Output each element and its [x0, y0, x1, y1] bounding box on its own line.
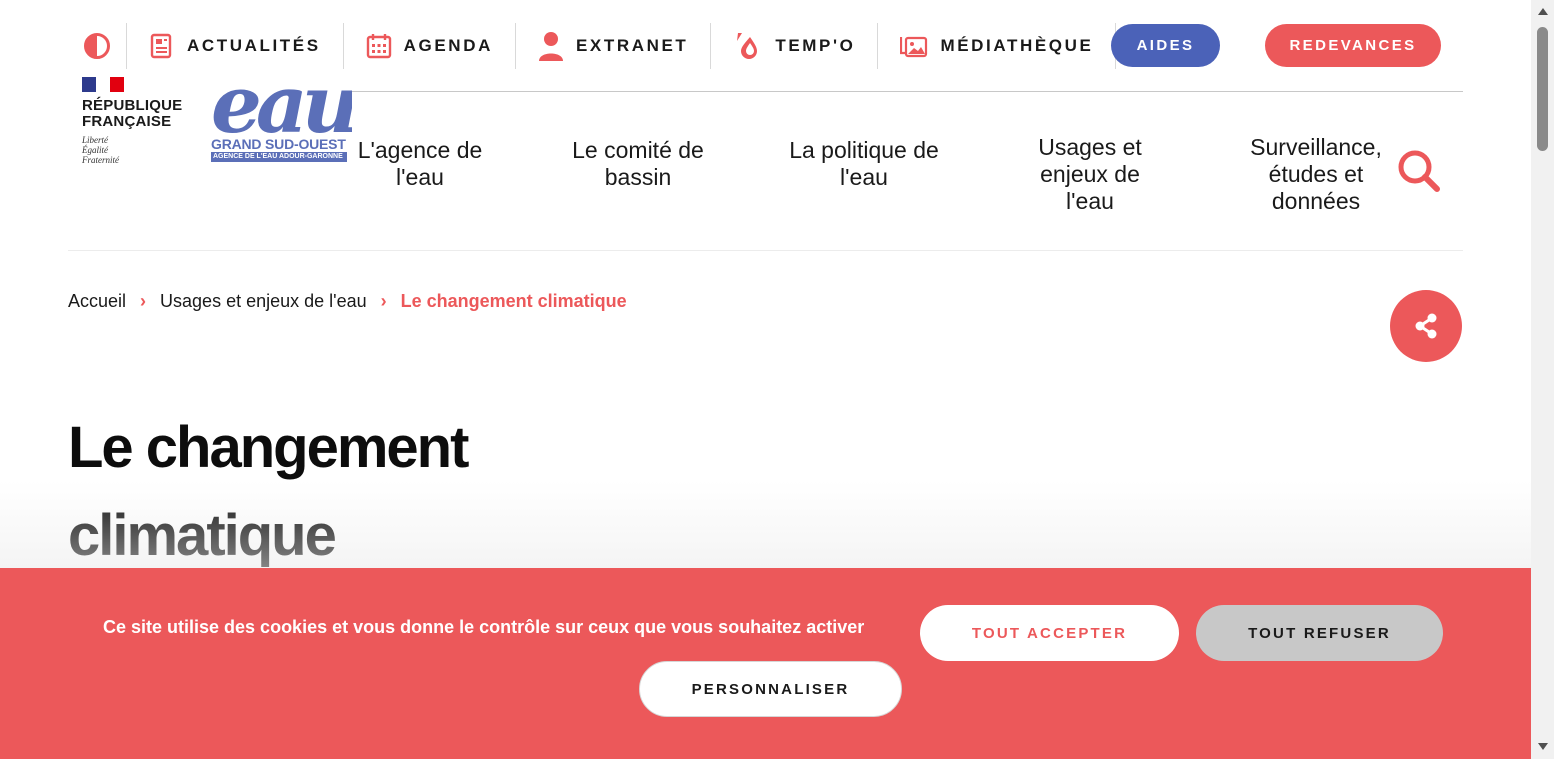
divider: [350, 91, 1463, 92]
scroll-up-arrow-icon[interactable]: [1538, 8, 1548, 15]
newspaper-icon: [150, 33, 172, 59]
republique-francaise-logo[interactable]: RÉPUBLIQUE FRANÇAISE Liberté Égalité Fra…: [82, 77, 192, 172]
utility-link-label: TEMP'O: [775, 36, 856, 55]
eau-agency: AGENCE DE L'EAU ADOUR-GARONNE: [211, 152, 347, 162]
nav-item-surveillance[interactable]: Surveillance, études et données: [1240, 134, 1392, 215]
user-icon: [538, 32, 563, 61]
utility-link-mediatheque[interactable]: MÉDIATHÈQUE: [878, 22, 1115, 70]
agence-eau-logo[interactable]: eau GRAND SUD-OUEST AGENCE DE L'EAU ADOU…: [211, 73, 352, 165]
utility-link-extranet[interactable]: EXTRANET: [516, 22, 710, 70]
nav-item-agence[interactable]: L'agence de l'eau: [345, 137, 495, 191]
utility-link-actualites[interactable]: ACTUALITÉS: [127, 22, 343, 70]
calendar-icon: [366, 34, 391, 59]
water-drop-icon: [737, 33, 758, 59]
motto-line: Fraternité: [82, 155, 119, 165]
cookie-message: Ce site utilise des cookies et vous donn…: [103, 617, 865, 637]
search-icon: [1398, 150, 1440, 192]
breadcrumb-current: Le changement climatique: [400, 291, 627, 311]
eau-wordmark: eau: [211, 73, 352, 151]
rf-motto: Liberté Égalité Fraternité: [82, 135, 192, 165]
search-button[interactable]: [1396, 148, 1442, 194]
customize-button[interactable]: PERSONNALISER: [639, 661, 902, 717]
media-gallery-icon: [900, 36, 928, 58]
breadcrumb: Accueil › Usages et enjeux de l'eau › Le…: [68, 291, 627, 312]
nav-item-usages-enjeux[interactable]: Usages et enjeux de l'eau: [1020, 134, 1160, 215]
motto-line: Liberté: [82, 135, 108, 145]
nav-item-politique[interactable]: La politique de l'eau: [780, 137, 948, 191]
scrollbar[interactable]: [1531, 0, 1554, 759]
scrollbar-thumb[interactable]: [1537, 27, 1548, 151]
nav-item-comite-bassin[interactable]: Le comité de bassin: [558, 137, 718, 191]
main-nav: L'agence de l'eau Le comité de bassin La…: [340, 130, 1410, 220]
utility-nav: ACTUALITÉS AGENDA EXTRANET TEMP'O MÉDIAT…: [68, 22, 1463, 70]
utility-link-label: ACTUALITÉS: [187, 36, 321, 55]
utility-link-label: MÉDIATHÈQUE: [940, 36, 1094, 55]
contrast-toggle-button[interactable]: [68, 22, 126, 70]
eau-region: GRAND SUD-OUEST: [211, 136, 346, 152]
chevron-right-icon: ›: [140, 291, 147, 311]
share-button[interactable]: [1390, 290, 1462, 362]
refuse-all-button[interactable]: TOUT REFUSER: [1196, 605, 1443, 661]
chevron-right-icon: ›: [380, 291, 387, 311]
accept-all-button[interactable]: TOUT ACCEPTER: [920, 605, 1179, 661]
share-icon: [1415, 313, 1437, 339]
breadcrumb-parent[interactable]: Usages et enjeux de l'eau: [160, 291, 367, 312]
divider: [68, 250, 1463, 251]
utility-link-agenda[interactable]: AGENDA: [344, 22, 515, 70]
marianne-flag-icon: [82, 77, 124, 92]
redevances-button[interactable]: REDEVANCES: [1265, 24, 1441, 67]
utility-link-label: EXTRANET: [575, 36, 689, 55]
scroll-down-arrow-icon[interactable]: [1538, 743, 1548, 750]
utility-link-label: AGENDA: [403, 36, 493, 55]
aides-button[interactable]: AIDES: [1111, 24, 1220, 67]
contrast-icon: [84, 33, 110, 59]
utility-link-tempo[interactable]: TEMP'O: [711, 22, 877, 70]
cookie-banner: Ce site utilise des cookies et vous donn…: [0, 568, 1531, 759]
rf-name: RÉPUBLIQUE FRANÇAISE: [82, 97, 183, 130]
breadcrumb-home[interactable]: Accueil: [68, 291, 126, 312]
content-fade: [0, 480, 1531, 570]
motto-line: Égalité: [82, 145, 108, 155]
